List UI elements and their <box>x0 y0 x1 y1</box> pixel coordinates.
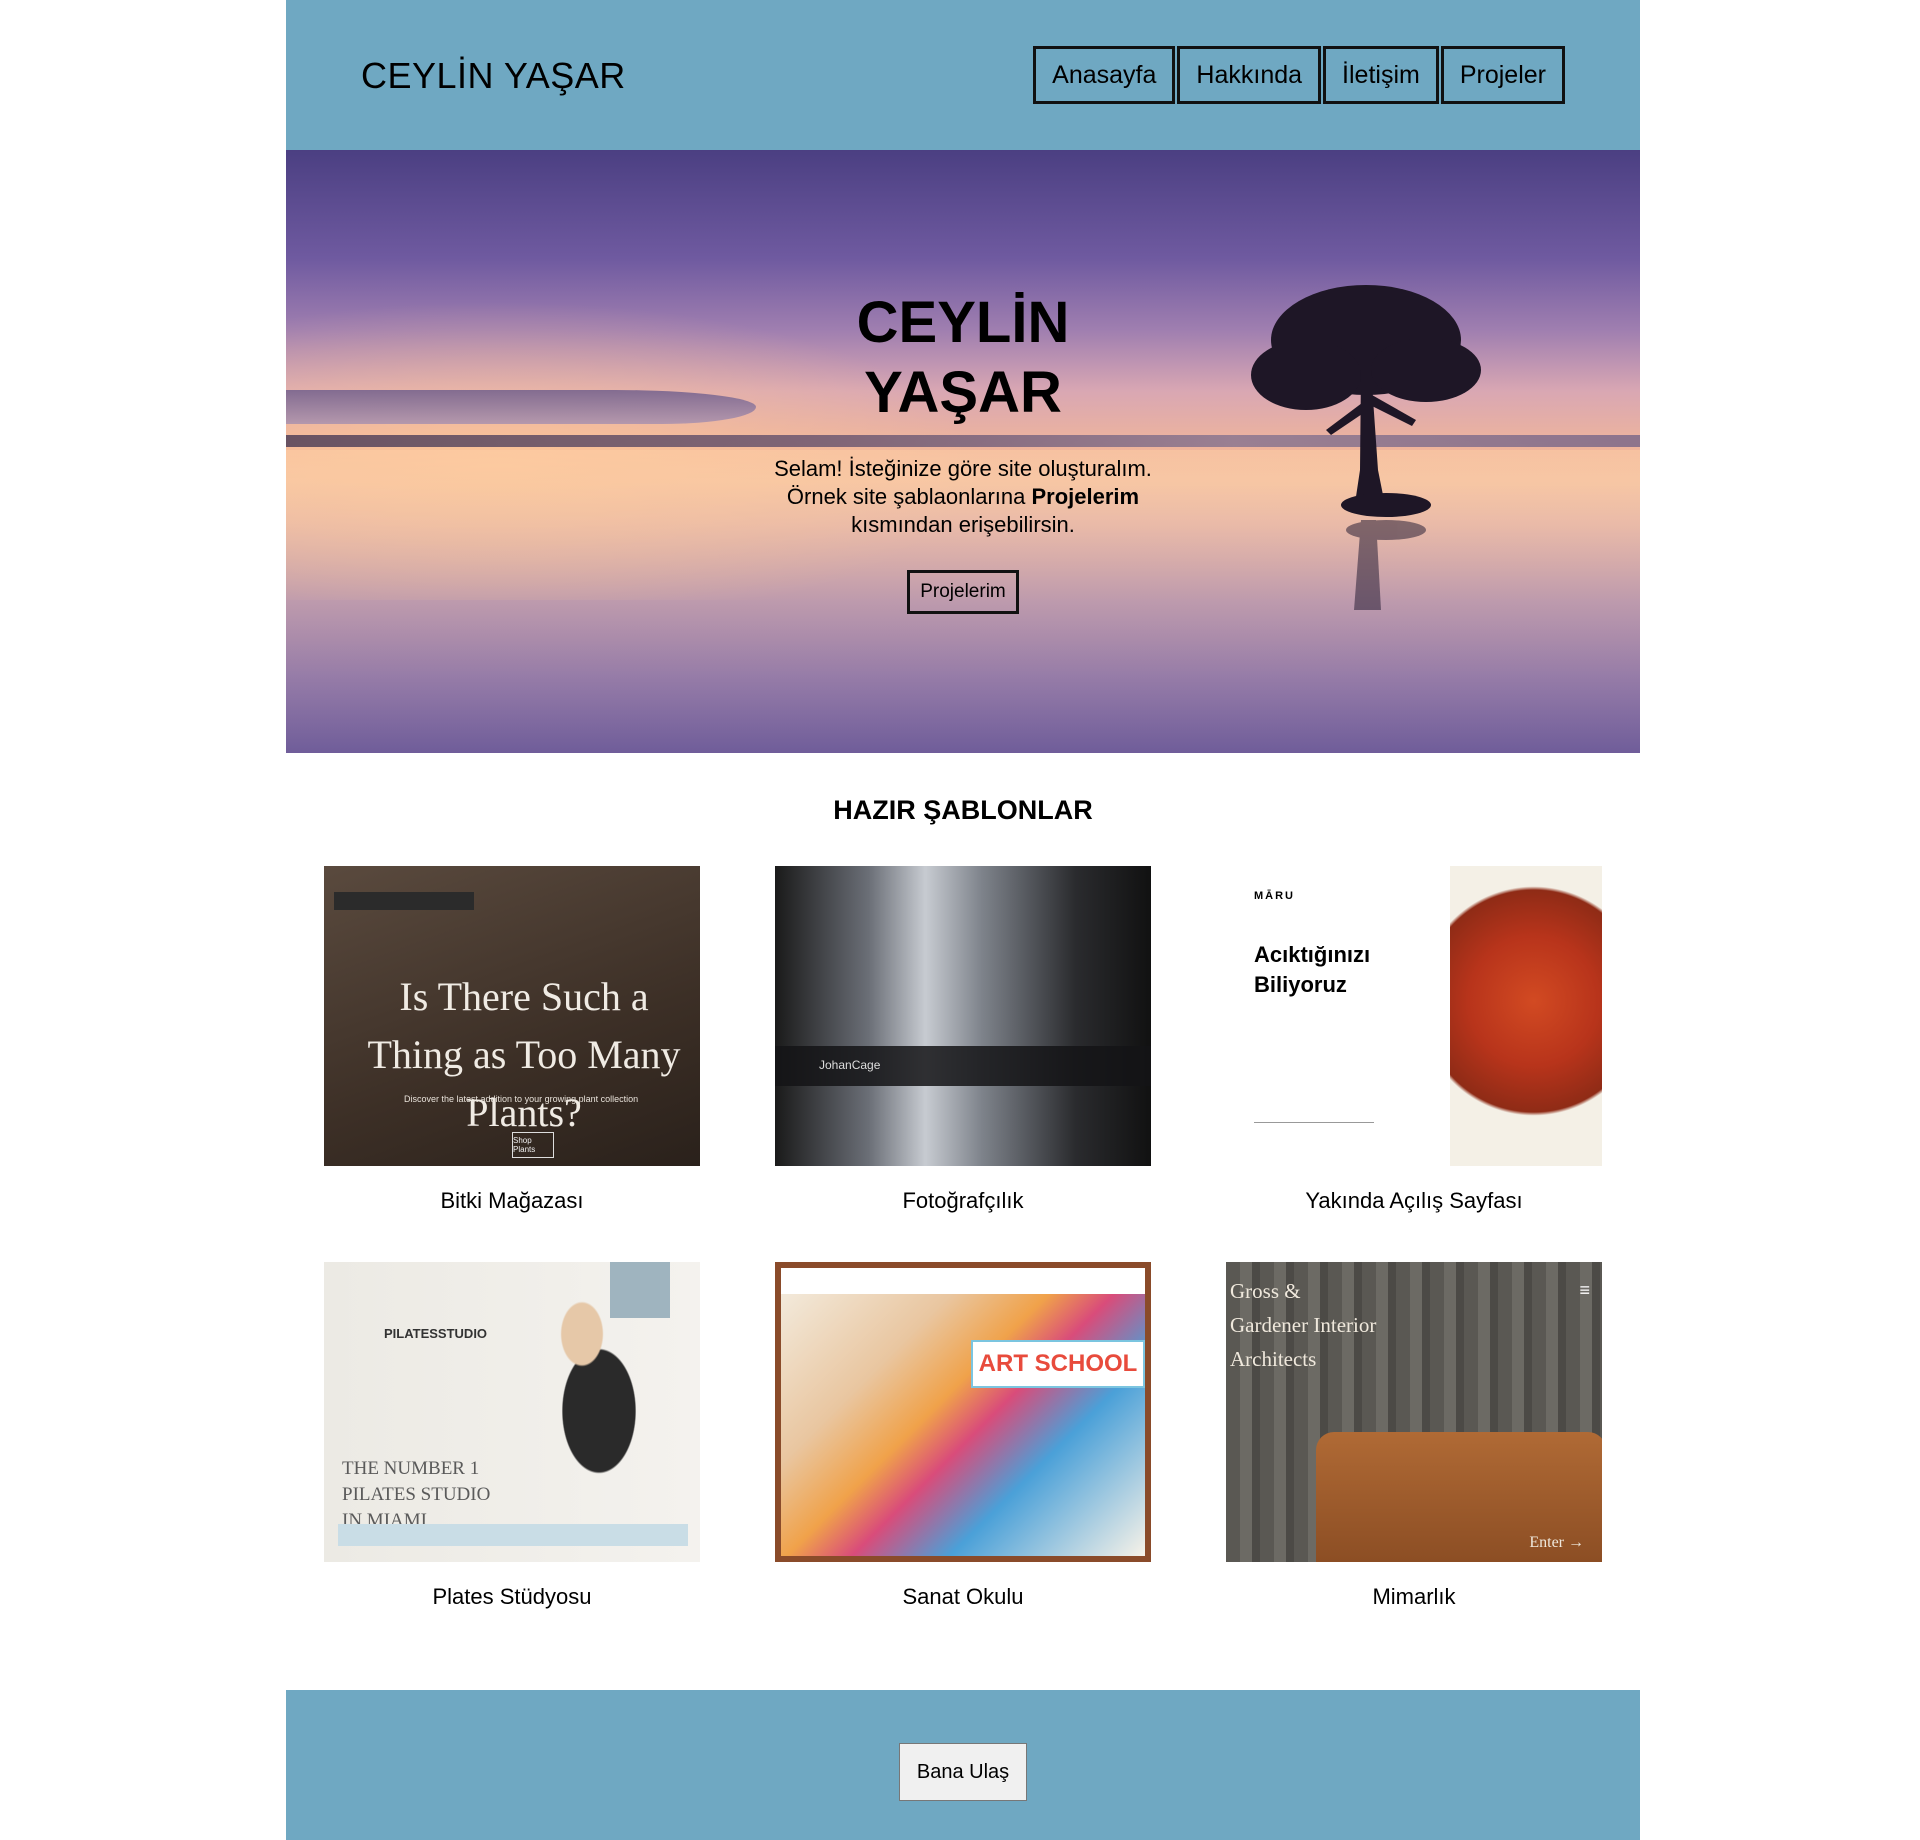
template-thumb-pilates[interactable]: PILATESSTUDIO THE NUMBER 1 PILATES STUDI… <box>324 1262 700 1562</box>
hero-banner: CEYLİN YAŞAR Selam! İsteğinize göre site… <box>286 150 1640 753</box>
preview-artwork <box>781 1268 1145 1556</box>
template-thumb-art-school[interactable]: ART SCHOOL <box>775 1262 1151 1562</box>
hamburger-menu-icon: ≡ <box>1579 1280 1590 1300</box>
preview-heading: Acıktığınızı Biliyoruz <box>1254 942 1371 997</box>
template-card: PILATESSTUDIO THE NUMBER 1 PILATES STUDI… <box>324 1262 700 1610</box>
page-wrapper: CEYLİN YAŞAR Anasayfa Hakkında İletişim … <box>286 0 1640 1840</box>
template-caption: Mimarlık <box>1372 1584 1456 1609</box>
preview-heading: JohanCage <box>819 1058 881 1072</box>
template-card: Is There Such a Thing as Too Many Plants… <box>324 866 700 1214</box>
hero-text-line2: Örnek site şablaonlarına Projelerim <box>286 483 1640 511</box>
hero-title-line2: YAŞAR <box>864 360 1062 425</box>
template-caption: Fotoğrafçılık <box>902 1188 1024 1213</box>
hero-text-line2-pre: Örnek site şablaonlarına <box>786 484 1032 509</box>
hero-title-line1: CEYLİN <box>856 290 1070 355</box>
hero-text-line1: Selam! İsteğinize göre site oluşturalım. <box>774 456 1152 481</box>
templates-title: HAZIR ŞABLONLAR <box>833 795 1093 825</box>
main-nav: Anasayfa Hakkında İletişim Projeler <box>1033 46 1565 104</box>
nav-projects[interactable]: Projeler <box>1440 46 1565 104</box>
preview-button: Shop Plants <box>512 1132 554 1158</box>
preview-nav-bar <box>334 892 474 910</box>
pasta-image <box>1450 866 1602 1166</box>
preview-input-line <box>1254 1122 1374 1123</box>
site-header: CEYLİN YAŞAR Anasayfa Hakkında İletişim … <box>286 0 1640 150</box>
nav-about[interactable]: Hakkında <box>1177 46 1322 104</box>
template-card: MĀRU Acıktığınızı Biliyoruz Yakında Açıl… <box>1226 866 1602 1214</box>
preview-nav-bar <box>338 1524 688 1546</box>
site-footer: Bana Ulaş <box>286 1690 1640 1840</box>
hero-text: Selam! İsteğinize göre site oluşturalım.… <box>286 455 1640 539</box>
preview-nav-bar <box>781 1268 1145 1294</box>
hero-title: CEYLİN YAŞAR <box>286 288 1640 428</box>
preview-heading: Is There Such a Thing as Too Many Plants… <box>367 974 681 1135</box>
preview-subtext: Discover the latest addition to your gro… <box>404 1094 639 1104</box>
projects-button[interactable]: Projelerim <box>907 570 1019 614</box>
preview-heading: ART SCHOOL <box>971 1340 1145 1388</box>
preview-logo: PILATESSTUDIO <box>384 1326 488 1341</box>
pilates-person-image <box>514 1268 684 1488</box>
template-thumb-photography[interactable]: JohanCage <box>775 866 1151 1166</box>
template-card: JohanCage Fotoğrafçılık <box>775 866 1151 1214</box>
brand-name: CEYLİN YAŞAR <box>361 55 626 96</box>
template-caption: Yakında Açılış Sayfası <box>1305 1188 1523 1213</box>
template-thumb-coming-soon[interactable]: MĀRU Acıktığınızı Biliyoruz <box>1226 866 1602 1166</box>
nav-home[interactable]: Anasayfa <box>1033 46 1176 104</box>
hero-text-projects-link: Projelerim <box>1031 484 1140 509</box>
preview-nav-band: JohanCage <box>775 1046 1151 1086</box>
template-caption: Bitki Mağazası <box>440 1188 584 1213</box>
nav-contact[interactable]: İletişim <box>1323 46 1439 104</box>
hero-text-line3: kısmından erişebilirsin. <box>851 512 1075 537</box>
template-caption: Sanat Okulu <box>902 1584 1024 1609</box>
contact-me-button[interactable]: Bana Ulaş <box>899 1743 1027 1801</box>
template-card: Gross & Gardener Interior Architects ≡ E… <box>1226 1262 1602 1610</box>
template-caption: Plates Stüdyosu <box>432 1584 592 1609</box>
preview-heading: Gross & Gardener Interior Architects <box>1230 1279 1377 1371</box>
preview-button: Enter → <box>1529 1534 1584 1551</box>
template-thumb-architecture[interactable]: Gross & Gardener Interior Architects ≡ E… <box>1226 1262 1602 1562</box>
template-card: ART SCHOOL Sanat Okulu <box>775 1262 1151 1610</box>
preview-heading: THE NUMBER 1 PILATES STUDIO IN MIAMI <box>342 1458 491 1531</box>
template-thumb-plant-shop[interactable]: Is There Such a Thing as Too Many Plants… <box>324 866 700 1166</box>
preview-logo: MĀRU <box>1254 890 1295 902</box>
